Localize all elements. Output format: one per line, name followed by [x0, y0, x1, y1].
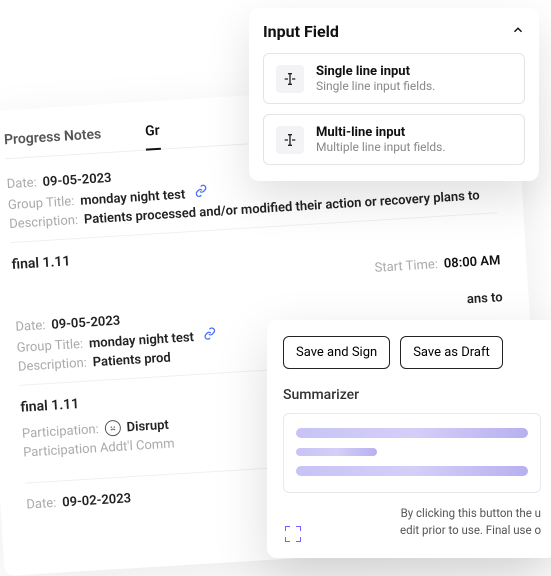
option-subtitle: Single line input fields. — [316, 79, 435, 93]
option-single-line[interactable]: Single line input Single line input fiel… — [263, 53, 525, 104]
date-value: 09-05-2023 — [42, 171, 112, 190]
summarizer-title: Summarizer — [283, 387, 541, 403]
option-title: Single line input — [316, 64, 435, 79]
save-as-draft-button[interactable]: Save as Draft — [400, 336, 503, 369]
summarizer-footnote: By clicking this button the u edit prior… — [283, 505, 541, 540]
participation-value: Disrupt — [126, 417, 169, 435]
date-label: Date: — [26, 496, 57, 513]
option-title: Multi-line input — [316, 125, 446, 140]
expand-icon[interactable] — [285, 526, 301, 542]
skeleton-line — [296, 428, 528, 438]
link-icon[interactable] — [203, 327, 217, 341]
footnote-line: edit prior to use. Final use o — [283, 522, 541, 539]
summarizer-panel: Save and Sign Save as Draft Summarizer B… — [267, 320, 551, 558]
participation-label: Participation: — [22, 422, 100, 442]
date-label: Date: — [15, 318, 46, 335]
summarizer-preview — [283, 413, 541, 493]
link-icon[interactable] — [195, 184, 209, 198]
option-multi-line[interactable]: Multi-line input Multiple line input fie… — [263, 114, 525, 165]
date-value: 09-05-2023 — [51, 314, 121, 333]
chevron-up-icon[interactable] — [511, 22, 525, 41]
group-title-value: monday night test — [89, 330, 195, 351]
start-time-value: 08:00 AM — [443, 253, 500, 271]
group-title-label: Group Title: — [16, 337, 83, 356]
group-title-label: Group Title: — [8, 194, 75, 213]
input-panel-title: Input Field — [263, 22, 339, 41]
text-cursor-icon — [276, 65, 304, 93]
start-time-label: Start Time: — [374, 257, 438, 276]
skeleton-line — [296, 448, 377, 456]
save-and-sign-button[interactable]: Save and Sign — [283, 336, 390, 369]
description-label: Description: — [9, 213, 79, 232]
date-value: 09-02-2023 — [62, 491, 132, 510]
footnote-line: By clicking this button the u — [283, 505, 541, 522]
input-field-panel: Input Field Single line input Single lin… — [249, 8, 539, 181]
text-cursor-icon — [276, 126, 304, 154]
sad-face-icon — [104, 420, 121, 437]
trailing-text: ans to — [467, 290, 504, 307]
tab-progress-notes[interactable]: Progress Notes — [4, 126, 102, 148]
skeleton-line — [296, 466, 528, 476]
group-title-value: monday night test — [80, 187, 186, 208]
option-subtitle: Multiple line input fields. — [316, 140, 446, 154]
date-label: Date: — [6, 175, 37, 192]
description-label: Description: — [18, 356, 88, 375]
tab-group[interactable]: Gr — [145, 123, 161, 151]
description-value: Patients prod — [92, 351, 171, 371]
